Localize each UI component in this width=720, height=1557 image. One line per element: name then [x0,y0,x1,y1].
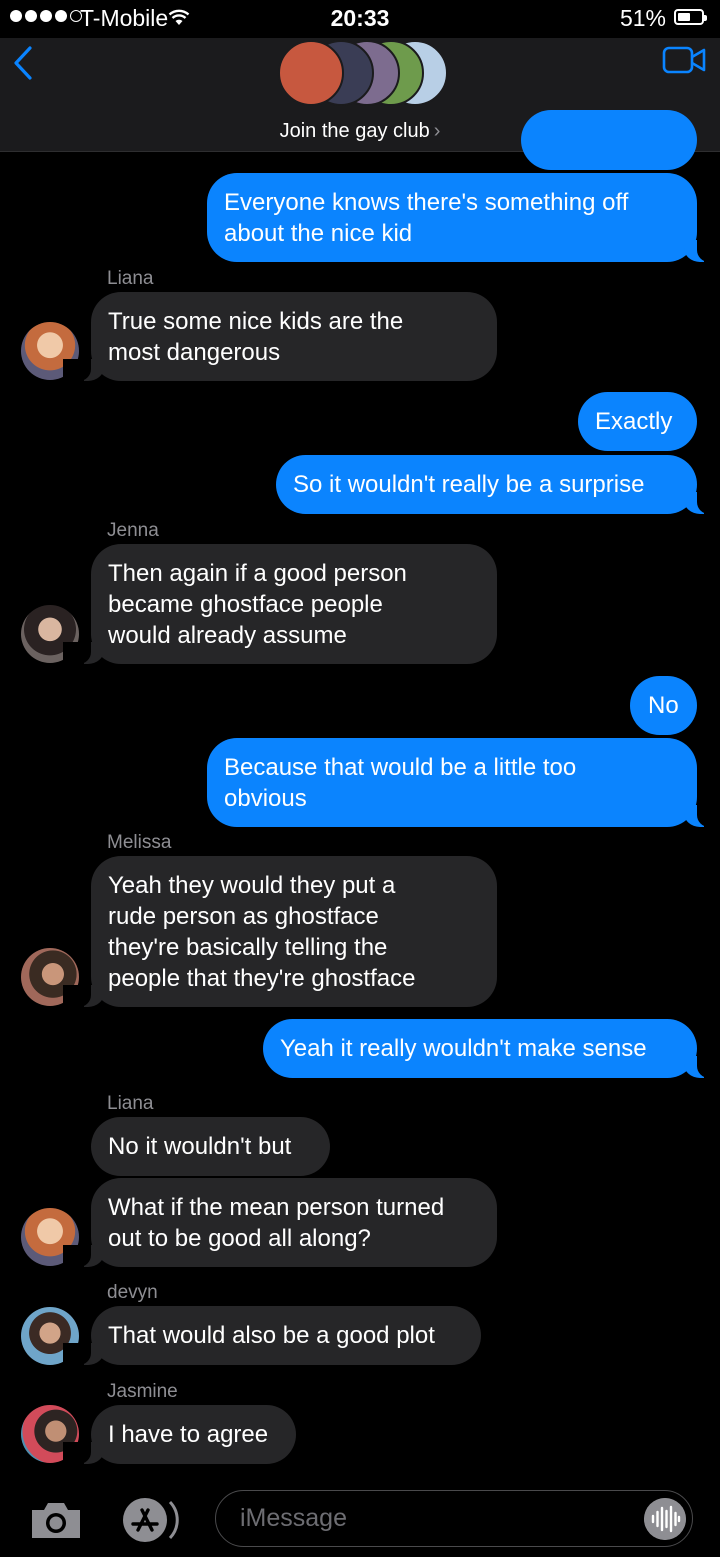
incoming-message[interactable]: True some nice kids are the most dangerou… [63,292,497,381]
outgoing-message[interactable]: Because that would be a little too obviou… [207,738,720,827]
sender-name: Melissa [107,832,172,853]
sender-name: Jasmine [107,1381,178,1402]
sender-name: Liana [107,268,154,289]
incoming-message[interactable]: No it wouldn't but [91,1117,330,1176]
sender-name: Liana [107,1093,154,1114]
app-store-icon[interactable] [118,1496,180,1544]
incoming-message[interactable]: That would also be a good plot [63,1306,481,1365]
outgoing-message[interactable]: Yeah it really wouldn't make sense [263,1019,720,1078]
incoming-message[interactable]: Then again if a good person became ghostf… [63,544,497,664]
sender-name: devyn [107,1282,158,1303]
camera-icon[interactable] [28,1500,84,1540]
message-input-placeholder: iMessage [240,1504,347,1532]
avatar [278,40,344,106]
incoming-message[interactable]: I have to agree [63,1405,296,1464]
outgoing-message[interactable]: Everyone knows there's something off abou… [207,173,720,262]
incoming-message[interactable]: What if the mean person turned out to be … [63,1178,497,1267]
battery-percentage: 51% [619,5,666,31]
status-bar: T-Mobile 20:33 51% [0,0,720,38]
outgoing-message[interactable]: So it wouldn't really be a surprise [276,455,720,514]
outgoing-message[interactable]: No [630,676,697,735]
outgoing-message[interactable]: Exactly [578,392,697,451]
chevron-right-icon: › [433,120,441,142]
incoming-message[interactable]: Yeah they would they put a rude person as… [63,856,497,1007]
group-avatar-stack[interactable] [278,40,448,110]
message-bubble-partial [521,110,697,170]
battery-icon [674,9,707,25]
sender-name: Jenna [107,520,159,541]
group-name: Join the gay club [279,120,430,142]
message-input[interactable]: iMessage [215,1490,693,1547]
clock: 20:33 [330,5,390,31]
back-chevron-icon[interactable] [10,44,36,82]
video-camera-icon[interactable] [662,46,706,74]
audio-waveform-icon[interactable] [644,1498,686,1540]
